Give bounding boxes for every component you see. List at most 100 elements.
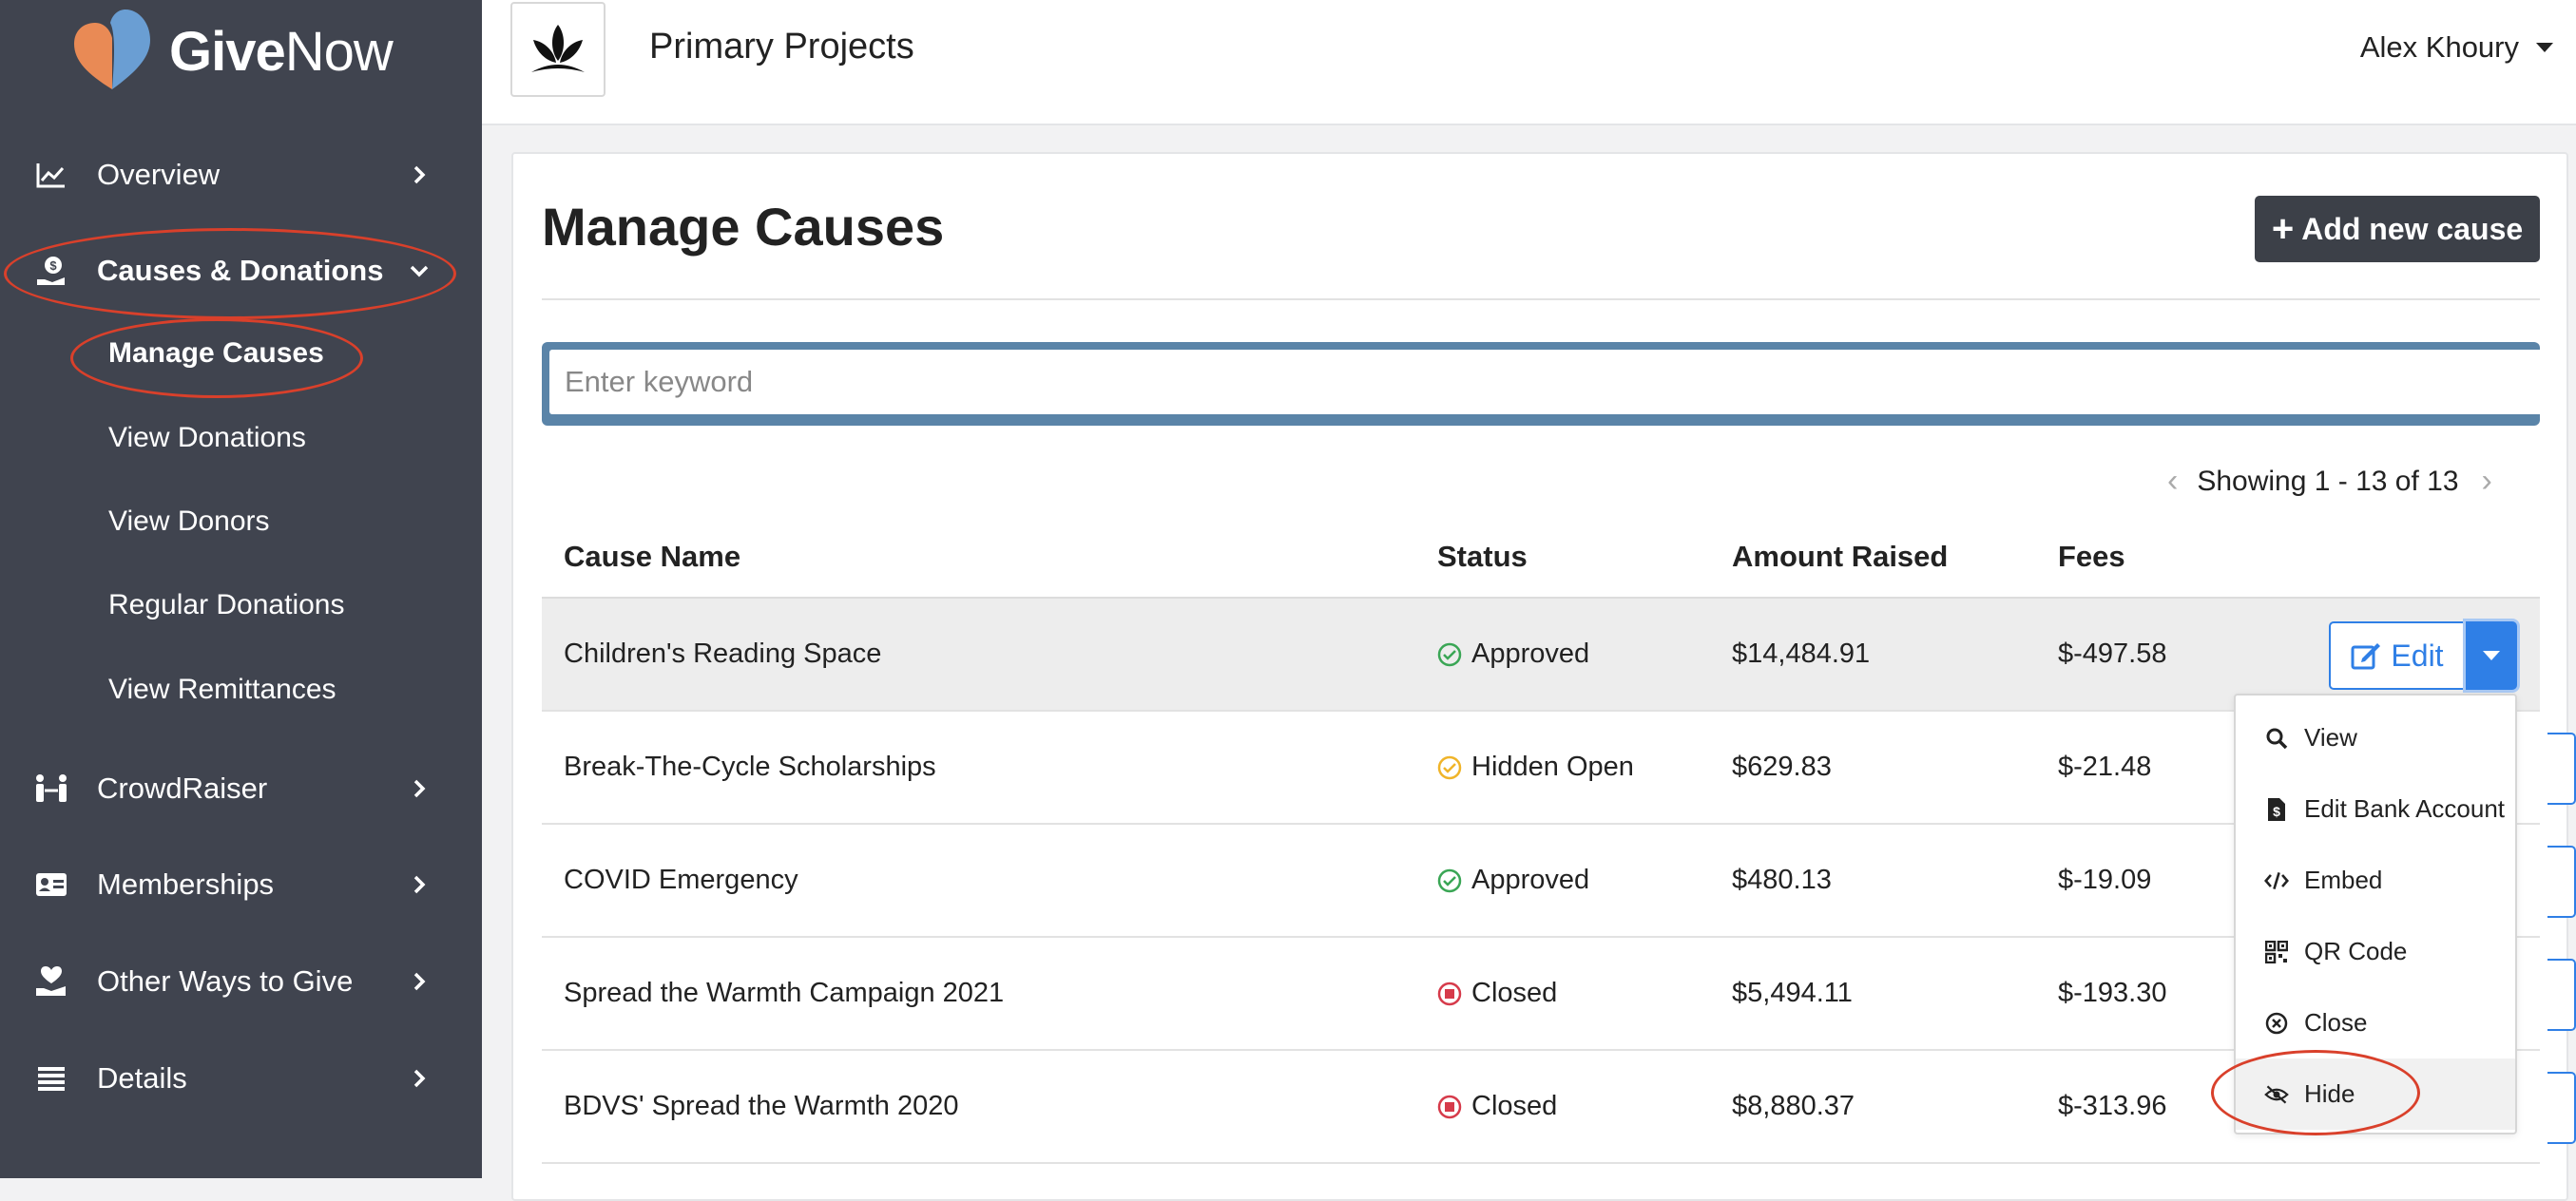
sidebar-item-label: Memberships [97,867,275,901]
add-new-cause-button[interactable]: + Add new cause [2255,196,2540,262]
people-link-icon [34,772,68,806]
check-circle-icon [1437,868,1462,893]
search-icon [2264,726,2289,751]
givenow-logo[interactable]: GiveNow [68,4,394,99]
divider [542,298,2540,300]
eye-slash-icon [2264,1082,2289,1107]
menu-item-label: QR Code [2304,937,2408,965]
edit-button[interactable]: Edit [2329,621,2466,690]
edit-label: Edit [2391,638,2444,673]
cause-name[interactable]: Break-The-Cycle Scholarships [564,712,936,823]
stop-circle-icon [1437,982,1462,1006]
sidebar: GiveNow Overview $ Causes & Donations Ma… [0,0,482,1178]
chevron-right-icon [409,778,430,799]
status-text: Hidden Open [1471,752,1634,782]
sidebar-item-overview[interactable]: Overview [0,142,482,208]
fees: $-497.58 [2058,639,2167,669]
hand-heart-icon [34,964,68,999]
status-cell: Closed [1437,1051,1557,1162]
menu-item-label: Hide [2304,1079,2355,1108]
status-cell: Approved [1437,599,1589,710]
cause-name[interactable]: COVID Emergency [564,825,798,936]
plus-icon: + [2271,208,2295,250]
cause-name[interactable]: Children's Reading Space [564,599,881,710]
edit-button-partial[interactable] [2547,846,2576,918]
svg-text:$: $ [49,258,57,273]
lotus-logo-icon [531,25,585,72]
cause-name[interactable]: Spread the Warmth Campaign 2021 [564,938,1004,1049]
status-text: Closed [1471,978,1558,1008]
fees: $-21.48 [2058,752,2152,782]
search-wrapper [542,342,2547,426]
circle-x-icon [2264,1011,2289,1036]
subitem-regular-donations[interactable]: Regular Donations [108,589,344,621]
amount-raised: $629.83 [1732,752,1832,782]
fees: $-19.09 [2058,865,2152,895]
qrcode-icon [2264,940,2289,964]
chevron-right-icon [409,874,430,895]
list-icon [34,1061,68,1096]
pagination: ‹ Showing 1 - 13 of 13 › [2167,463,2492,500]
page-title: Manage Causes [542,197,945,257]
sidebar-item-crowdraiser[interactable]: CrowdRaiser [0,755,482,822]
user-menu[interactable]: Alex Khoury [2360,30,2553,65]
amount-raised: $8,880.37 [1732,1091,1855,1121]
menu-item-label: View [2304,723,2357,752]
file-dollar-icon: $ [2264,797,2289,822]
code-icon [2264,868,2289,893]
status-cell: Approved [1437,825,1589,936]
chevron-left-icon[interactable]: ‹ [2167,463,2178,500]
caret-down-icon [2483,651,2500,660]
subitem-manage-causes[interactable]: Manage Causes [108,337,324,370]
sidebar-item-details[interactable]: Details [0,1045,482,1112]
amount-raised: $5,494.11 [1732,978,1853,1008]
org-logo[interactable] [510,2,606,97]
column-header-status[interactable]: Status [1437,540,1528,574]
sidebar-item-memberships[interactable]: Memberships [0,851,482,918]
chevron-down-icon [409,260,430,281]
svg-text:$: $ [2273,804,2280,819]
edit-button-partial[interactable] [2547,1072,2576,1144]
sidebar-item-causes-donations[interactable]: $ Causes & Donations [0,238,482,304]
status-cell: Closed [1437,938,1557,1049]
pagination-text: Showing 1 - 13 of 13 [2197,465,2459,497]
edit-dropdown-toggle[interactable] [2466,621,2517,690]
column-header-cause-name[interactable]: Cause Name [564,540,740,574]
sidebar-item-label: CrowdRaiser [97,772,268,805]
subitem-view-donors[interactable]: View Donors [108,505,270,538]
check-circle-icon [1437,755,1462,780]
status-text: Closed [1471,1091,1558,1121]
search-input[interactable] [549,350,2547,414]
check-circle-icon [1437,642,1462,667]
menu-item-label: Edit Bank Account [2304,794,2506,823]
edit-button-partial[interactable] [2547,959,2576,1031]
hand-money-icon: $ [34,254,68,288]
status-text: Approved [1471,865,1590,895]
fees: $-313.96 [2058,1091,2167,1121]
id-card-icon [34,867,68,902]
cause-name[interactable]: BDVS' Spread the Warmth 2020 [564,1051,959,1162]
edit-icon [2351,643,2381,670]
sidebar-item-label: Details [97,1061,187,1095]
sidebar-item-other-ways[interactable]: Other Ways to Give [0,948,482,1015]
brand-name: GiveNow [169,20,394,83]
menu-item-view[interactable]: View [2236,702,2515,773]
menu-item-embed[interactable]: Embed [2236,845,2515,916]
menu-item-edit-bank-account[interactable]: $ Edit Bank Account [2236,773,2515,845]
column-header-fees[interactable]: Fees [2058,540,2125,574]
chevron-right-icon [409,164,430,185]
org-title: Primary Projects [649,27,914,67]
sidebar-item-label: Causes & Donations [97,254,384,287]
menu-item-label: Close [2304,1008,2368,1037]
menu-item-close[interactable]: Close [2236,987,2515,1058]
user-name: Alex Khoury [2359,30,2519,64]
column-header-amount[interactable]: Amount Raised [1732,540,1948,574]
chevron-right-icon[interactable]: › [2482,463,2492,500]
subitem-view-remittances[interactable]: View Remittances [108,674,336,706]
caret-down-icon [2536,43,2553,52]
subitem-view-donations[interactable]: View Donations [108,422,306,454]
menu-item-qr-code[interactable]: QR Code [2236,916,2515,987]
amount-raised: $480.13 [1732,865,1832,895]
edit-button-partial[interactable] [2547,733,2576,805]
menu-item-hide[interactable]: Hide [2236,1058,2515,1130]
